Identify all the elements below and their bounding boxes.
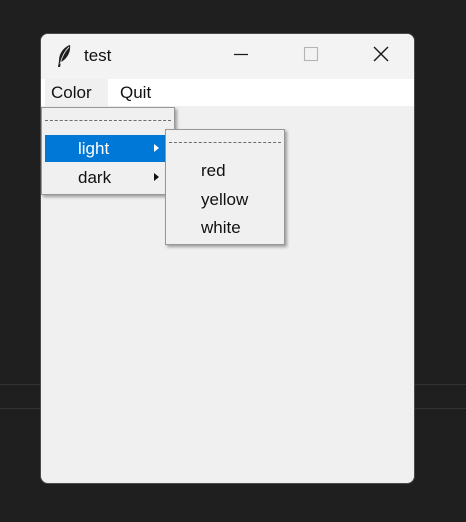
tearoff-line[interactable] (45, 120, 171, 121)
minimize-button[interactable] (218, 34, 264, 79)
close-button[interactable] (358, 34, 404, 79)
menu-item-white-label: white (201, 218, 241, 237)
menu-item-white[interactable]: white (169, 214, 281, 241)
title-bar[interactable]: test (41, 34, 414, 79)
menu-bar: Color Quit (41, 79, 414, 106)
menu-quit[interactable]: Quit (114, 79, 164, 106)
close-icon (372, 45, 390, 68)
menu-item-dark[interactable]: dark (45, 164, 171, 191)
menu-color-label: Color (51, 83, 92, 102)
maximize-button[interactable] (288, 34, 334, 79)
window-title: test (84, 46, 112, 65)
menu-item-yellow-label: yellow (201, 190, 249, 209)
menu-color[interactable]: Color (45, 79, 108, 106)
menu-item-red[interactable]: red (169, 157, 281, 184)
minimize-icon (233, 46, 249, 67)
app-window: test Color Quit (40, 33, 415, 484)
light-submenu: red yellow white (165, 129, 285, 245)
maximize-icon (303, 46, 319, 67)
menu-item-yellow[interactable]: yellow (169, 186, 281, 213)
feather-icon (55, 44, 73, 68)
tearoff-line[interactable] (169, 142, 281, 143)
menu-item-red-label: red (201, 161, 226, 180)
submenu-arrow-icon (154, 173, 159, 181)
menu-item-light[interactable]: light (45, 135, 171, 162)
menu-item-dark-label: dark (78, 168, 112, 187)
color-dropdown-menu: light dark (41, 107, 175, 195)
menu-quit-label: Quit (120, 83, 152, 102)
submenu-arrow-icon (154, 144, 159, 152)
menu-item-light-label: light (78, 139, 110, 158)
